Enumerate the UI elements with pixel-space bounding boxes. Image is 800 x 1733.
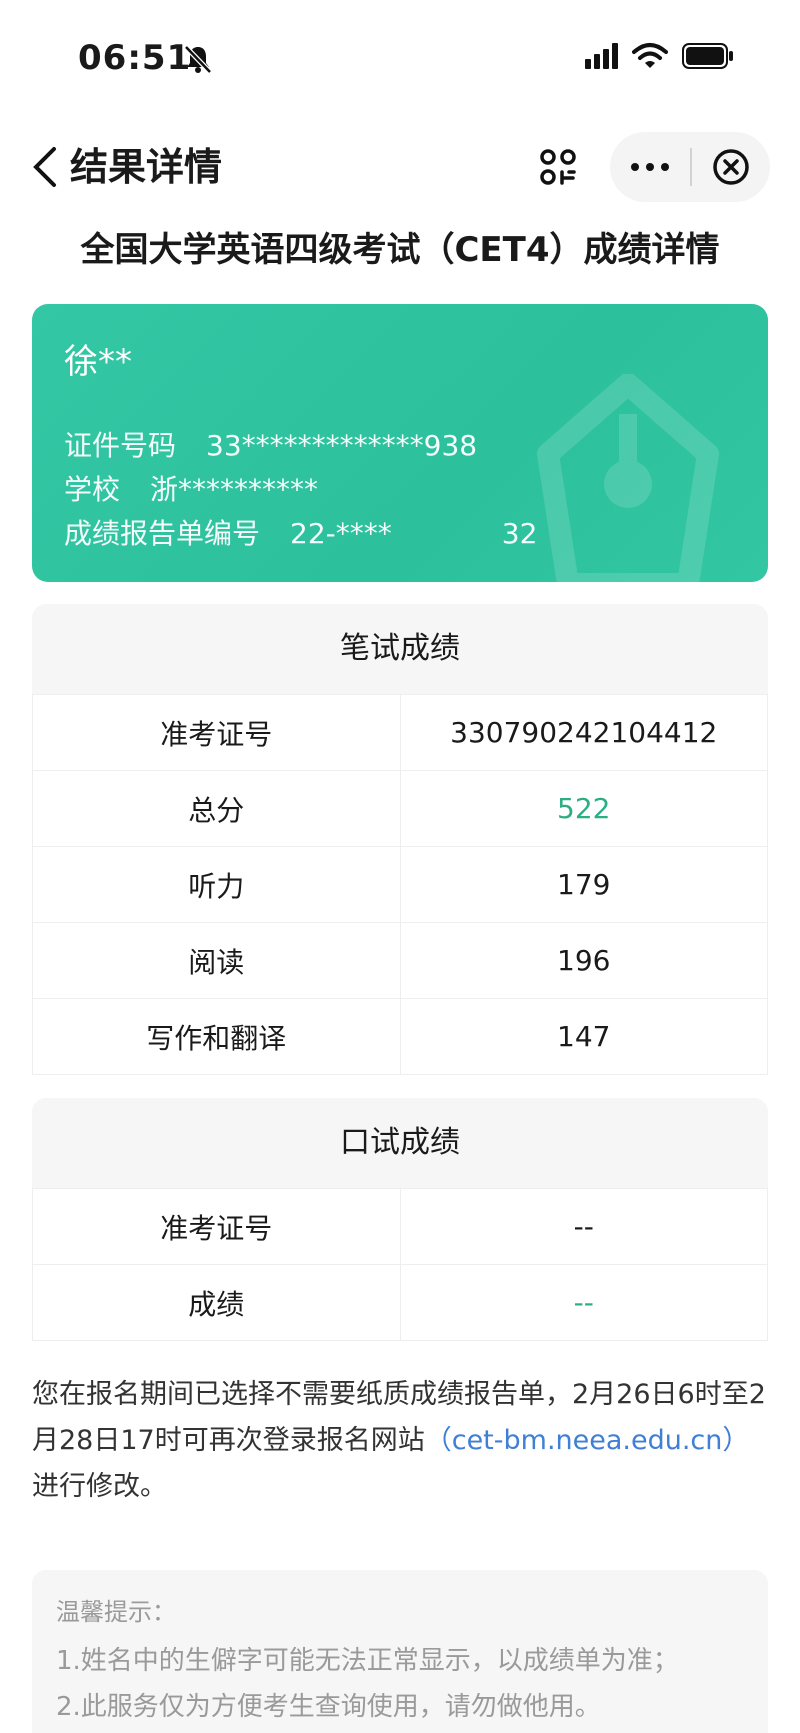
tips-item: 2.此服务仅为方便考生查询使用，请勿做他用。 [56,1692,601,1722]
listening-score-value: 179 [399,846,768,923]
close-circle-icon [713,149,749,185]
nav-bar: 结果详情 [0,116,800,228]
id-number-row: 证件号码 33*************938 [64,424,477,464]
oral-score-table: 准考证号 -- 成绩 -- [32,1188,768,1341]
battery-icon [682,43,733,69]
chevron-left-icon [33,147,56,187]
candidate-info-card: 徐** 证件号码 33*************938 学校 浙**********… [32,304,768,582]
table-row: 准考证号 -- [32,1188,768,1265]
school-label: 学校 [64,473,121,506]
signal-icon [585,43,618,69]
row-label: 准考证号 [32,1188,401,1265]
tips-box: 温馨提示： 1.姓名中的生僻字可能无法正常显示，以成绩单为准； 2.此服务仅为方… [32,1570,768,1733]
id-number-value: 33*************938 [206,429,478,462]
more-button[interactable] [610,132,690,202]
oral-score-section: 口试成绩 准考证号 -- 成绩 -- [32,1098,768,1341]
admission-number-value: 330790242104412 [399,694,768,771]
status-time: 06:51 [78,38,192,78]
wifi-icon [632,43,668,68]
row-label: 准考证号 [32,694,401,771]
report-number-label: 成绩报告单编号 [64,517,261,550]
row-label: 总分 [32,770,401,847]
row-label: 阅读 [32,922,401,999]
table-row: 成绩 -- [32,1264,768,1341]
table-row: 听力 179 [32,846,768,923]
school-value: 浙********** [150,473,319,506]
table-row: 准考证号 330790242104412 [32,694,768,771]
school-row: 学校 浙********** [64,468,318,508]
registration-site-link[interactable]: （cet-bm.neea.edu.cn） [425,1425,750,1456]
oral-score-value: -- [399,1264,768,1341]
report-number-value: 22-**** [290,517,392,550]
tips-title: 温馨提示： [56,1598,176,1626]
more-dot [646,163,654,171]
row-label: 写作和翻译 [32,998,401,1075]
oral-score-title: 口试成绩 [32,1098,768,1188]
nav-title: 结果详情 [70,145,223,189]
row-label: 成绩 [32,1264,401,1341]
table-row: 总分 522 [32,770,768,847]
written-score-title: 笔试成绩 [32,604,768,694]
paper-report-notice: 您在报名期间已选择不需要纸质成绩报告单，2月26日6时至2月28日17时可再次登… [32,1372,772,1510]
oral-admission-number-value: -- [399,1188,768,1265]
table-row: 写作和翻译 147 [32,998,768,1075]
row-label: 听力 [32,846,401,923]
back-button[interactable] [30,136,70,198]
writing-translation-score-value: 147 [399,998,768,1075]
candidate-name: 徐** [64,342,132,382]
written-score-table: 准考证号 330790242104412 总分 522 听力 179 阅读 19… [32,694,768,1075]
total-score-value: 522 [399,770,768,847]
bell-off-icon [184,45,212,74]
more-dots-icon [631,163,639,171]
pen-nib-icon [537,374,719,582]
status-icons [585,42,734,70]
qr-scan-icon [540,149,576,185]
status-bar: 06:51 [0,0,800,116]
report-number-row: 成绩报告单编号 22-**** 32 [64,512,537,552]
more-dot [661,163,669,171]
page-title: 全国大学英语四级考试（CET4）成绩详情 [80,230,720,270]
close-button[interactable] [692,132,770,202]
mini-program-capsule [610,132,770,202]
id-number-label: 证件号码 [64,429,177,462]
table-row: 阅读 196 [32,922,768,999]
qr-scan-button[interactable] [522,132,594,202]
reading-score-value: 196 [399,922,768,999]
written-score-section: 笔试成绩 准考证号 330790242104412 总分 522 听力 179 … [32,604,768,1075]
notice-tail: 进行修改。 [32,1471,167,1502]
report-number-suffix: 32 [501,517,538,550]
tips-item: 1.姓名中的生僻字可能无法正常显示，以成绩单为准； [56,1646,679,1676]
